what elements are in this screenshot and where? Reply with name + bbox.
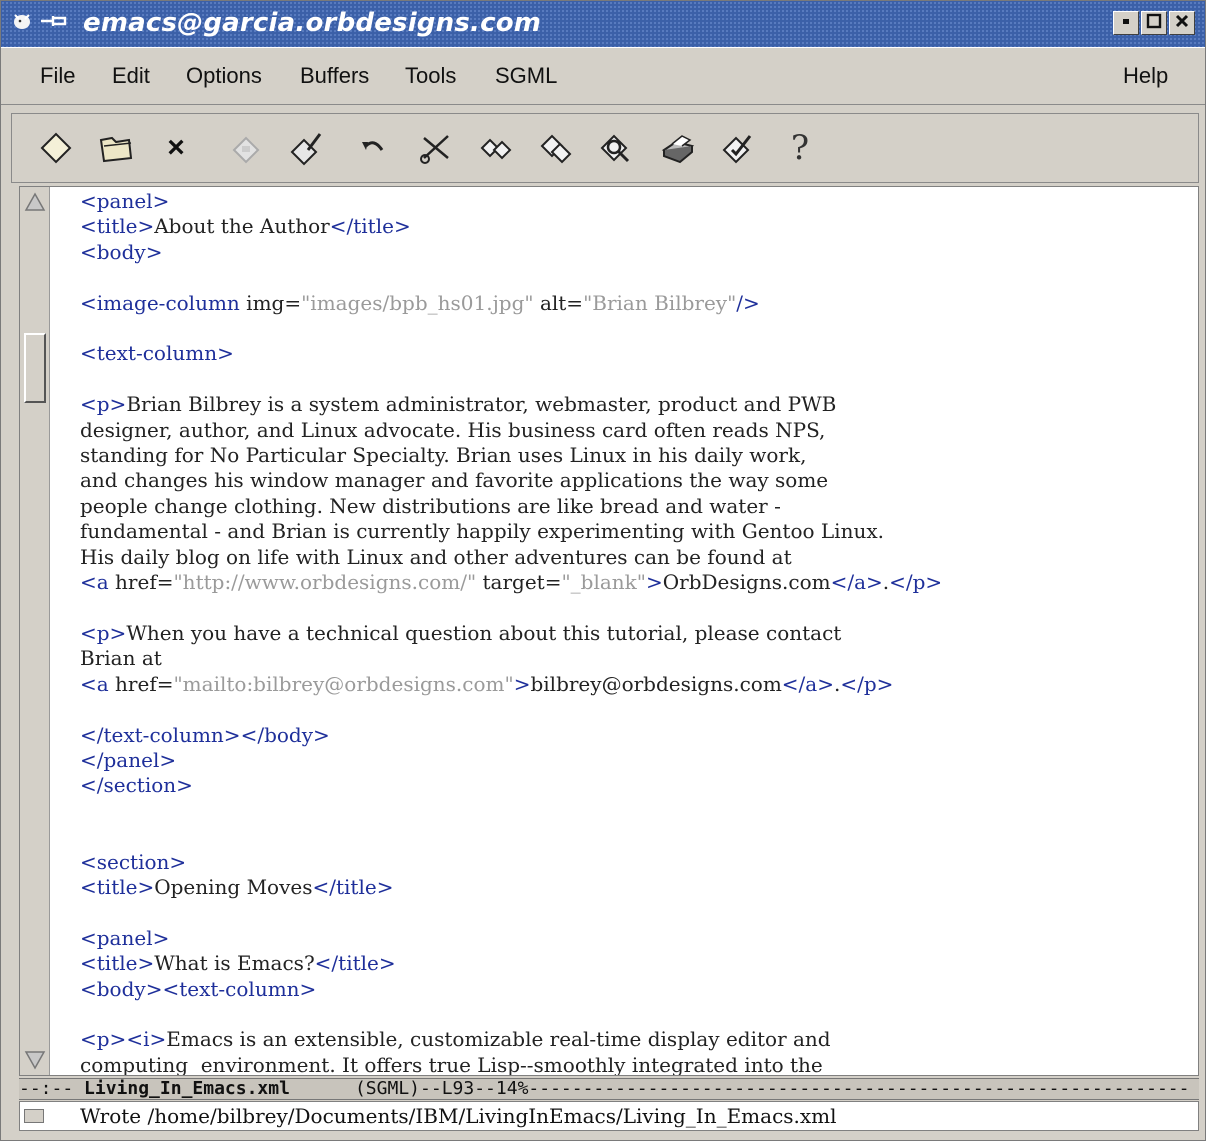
toolbar: × ? xyxy=(11,113,1199,183)
code-line: <image-column img="images/bpb_hs01.jpg" … xyxy=(80,290,760,315)
help-icon: ? xyxy=(790,128,810,168)
code-line: designer, author, and Linux advocate. Hi… xyxy=(80,417,826,442)
menu-options[interactable]: Options xyxy=(186,63,262,89)
vertical-scrollbar[interactable] xyxy=(20,187,50,1075)
title-icons xyxy=(11,10,69,36)
code-line: <p>Brian Bilbrey is a system administrat… xyxy=(80,392,837,417)
scroll-up-arrow-icon[interactable] xyxy=(24,191,46,218)
menu-bar: File Edit Options Buffers Tools SGML Hel… xyxy=(1,47,1205,105)
save-as-icon xyxy=(290,133,322,166)
code-line: <title>About the Author</title> xyxy=(80,214,411,239)
help-button[interactable]: ? xyxy=(778,126,822,170)
modeline-fill: ----------------------------------------… xyxy=(528,1078,1190,1099)
emacs-window: emacs@garcia.orbdesigns.com File Edit Op… xyxy=(0,0,1206,1141)
emacs-gnu-icon[interactable] xyxy=(11,9,35,38)
cut-button[interactable] xyxy=(414,126,458,170)
buffer-percent: 14% xyxy=(495,1078,529,1099)
echo-message: Wrote /home/bilbrey/Documents/IBM/Living… xyxy=(80,1104,837,1128)
cut-icon xyxy=(420,135,449,164)
scroll-down-arrow-icon[interactable] xyxy=(24,1049,46,1075)
code-line: <panel> xyxy=(80,189,170,213)
minibuffer-icon xyxy=(24,1109,44,1123)
code-line: <section> xyxy=(80,849,187,874)
code-line: <a href="mailto:bilbrey@orbdesigns.com">… xyxy=(80,671,894,696)
code-line: <panel> xyxy=(80,925,170,950)
spellcheck-button[interactable] xyxy=(716,126,760,170)
code-line: standing for No Particular Specialty. Br… xyxy=(80,443,807,468)
code-line: </panel> xyxy=(80,747,177,772)
menu-buffers[interactable]: Buffers xyxy=(300,63,369,89)
mode-line: --:-- Living_In_Emacs.xml (SGML)--L93--1… xyxy=(19,1078,1199,1100)
window-title: emacs@garcia.orbdesigns.com xyxy=(83,8,542,38)
code-line: Brian at xyxy=(80,646,162,671)
paste-icon xyxy=(540,134,572,164)
print-button[interactable] xyxy=(656,126,700,170)
menu-help[interactable]: Help xyxy=(1123,63,1168,89)
print-icon xyxy=(661,135,695,164)
code-line: <p><i>Emacs is an extensible, customizab… xyxy=(80,1027,831,1052)
code-line: <title>Opening Moves</title> xyxy=(80,874,394,899)
code-line: and changes his window manager and favor… xyxy=(80,468,829,493)
close-icon xyxy=(1174,13,1190,34)
maximize-button[interactable] xyxy=(1141,11,1167,35)
pin-icon[interactable] xyxy=(39,11,69,36)
menu-sgml[interactable]: SGML xyxy=(495,63,557,89)
minimize-button[interactable] xyxy=(1113,11,1139,35)
maximize-icon xyxy=(1146,13,1162,34)
undo-icon xyxy=(362,141,384,151)
code-line: <text-column> xyxy=(80,341,234,366)
menu-edit[interactable]: Edit xyxy=(112,63,150,89)
open-file-button[interactable] xyxy=(94,126,138,170)
scrollbar-thumb[interactable] xyxy=(24,333,46,403)
buffer-name: Living_In_Emacs.xml xyxy=(84,1078,290,1099)
copy-button[interactable] xyxy=(474,126,518,170)
title-bar[interactable]: emacs@garcia.orbdesigns.com xyxy=(1,1,1205,47)
new-file-icon xyxy=(40,132,72,164)
code-line: His daily blog on life with Linux and ot… xyxy=(80,544,792,569)
code-line: </section> xyxy=(80,773,193,798)
paste-button[interactable] xyxy=(534,126,578,170)
code-line: <a href="http://www.orbdesigns.com/" tar… xyxy=(80,570,943,595)
major-mode: (SGML) xyxy=(354,1078,420,1099)
code-line: <title>What is Emacs?</title> xyxy=(80,951,396,976)
echo-area[interactable]: Wrote /home/bilbrey/Documents/IBM/Living… xyxy=(19,1101,1199,1131)
close-icon: × xyxy=(167,131,185,164)
open-folder-icon xyxy=(99,136,133,163)
code-line: <p>When you have a technical question ab… xyxy=(80,620,842,645)
code-line: people change clothing. New distribution… xyxy=(80,493,781,518)
modeline-prefix: --:-- xyxy=(19,1078,85,1099)
menu-tools[interactable]: Tools xyxy=(405,63,456,89)
new-file-button[interactable] xyxy=(34,126,78,170)
code-line: <body> xyxy=(80,239,163,264)
close-button[interactable] xyxy=(1169,11,1195,35)
editor-pane[interactable]: <panel> <title>About the Author</title> … xyxy=(19,186,1199,1076)
save-button[interactable] xyxy=(224,126,268,170)
code-line: computing environment. It offers true Li… xyxy=(80,1052,823,1076)
buffer-text[interactable]: <panel> <title>About the Author</title> … xyxy=(80,189,943,1076)
code-line: </text-column></body> xyxy=(80,722,330,747)
code-line: fundamental - and Brian is currently hap… xyxy=(80,519,884,544)
copy-icon xyxy=(480,138,512,160)
save-as-button[interactable] xyxy=(284,126,328,170)
spellcheck-icon xyxy=(722,135,752,164)
search-icon xyxy=(600,134,630,163)
line-number: L93 xyxy=(441,1078,475,1099)
code-line: <body><text-column> xyxy=(80,976,317,1001)
minimize-icon xyxy=(1119,14,1133,33)
close-buffer-button[interactable]: × xyxy=(154,126,198,170)
search-button[interactable] xyxy=(594,126,638,170)
save-disk-icon xyxy=(232,136,260,164)
undo-button[interactable] xyxy=(352,126,396,170)
menu-file[interactable]: File xyxy=(40,63,75,89)
